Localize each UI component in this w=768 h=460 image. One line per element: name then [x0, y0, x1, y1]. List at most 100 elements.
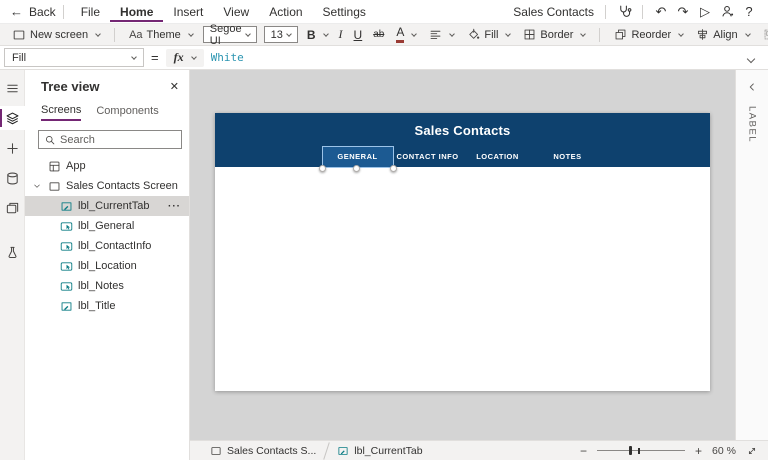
fx-button[interactable]: fx: [165, 48, 204, 67]
chevron-down-icon: [187, 30, 194, 37]
align-button[interactable]: Align: [690, 26, 755, 43]
menu-item-home[interactable]: Home: [110, 1, 164, 22]
tab-components[interactable]: Components: [96, 104, 158, 121]
group-button: Group: [757, 26, 768, 43]
back-button[interactable]: ← Back: [10, 4, 56, 19]
play-preview-icon[interactable]: ▷: [694, 2, 716, 22]
menu-item-insert[interactable]: Insert: [163, 1, 213, 22]
tree-item-lbl_general[interactable]: lbl_General: [25, 216, 189, 236]
chevron-down-icon: [580, 30, 587, 37]
formula-input[interactable]: [210, 47, 729, 68]
search-input[interactable]: [60, 133, 176, 146]
italic-button[interactable]: I: [334, 25, 348, 44]
tree-item-lbl_location[interactable]: lbl_Location: [25, 256, 189, 276]
screen-icon: [210, 445, 222, 457]
chevron-down-icon[interactable]: [31, 181, 43, 191]
font-size-select[interactable]: 13: [263, 26, 298, 43]
theme-button[interactable]: Aa Theme: [123, 27, 199, 43]
align-objects-icon: [696, 28, 709, 41]
tab-screens[interactable]: Screens: [41, 104, 82, 121]
plus-icon[interactable]: [0, 136, 25, 160]
chevron-down-icon: [95, 30, 101, 37]
redo-icon[interactable]: ↷: [672, 2, 694, 22]
zoom-slider-handle[interactable]: [628, 446, 632, 455]
font-name-select[interactable]: Segoe UI: [202, 23, 257, 47]
formula-expand-button[interactable]: [736, 51, 762, 65]
canvas-tab-contact-info[interactable]: CONTACT INFO: [393, 147, 463, 167]
menu-item-view[interactable]: View: [213, 1, 259, 22]
tree-item-label: lbl_Location: [78, 260, 137, 272]
zoom-in-button[interactable]: +: [695, 444, 702, 458]
chevron-down-icon: [190, 53, 197, 60]
canvas-tabs: GENERAL CONTACT INFO LOCATION NOTES: [215, 146, 710, 172]
reorder-button[interactable]: Reorder: [608, 26, 689, 43]
search-box[interactable]: [38, 130, 182, 149]
zoom-out-button[interactable]: −: [580, 444, 587, 458]
main-area: Tree view ✕ Screens Components App Sales C…: [0, 70, 768, 460]
formula-bar: Fill = fx: [0, 46, 768, 70]
selection-handle[interactable]: [353, 164, 360, 172]
canvas-tab-notes[interactable]: NOTES: [533, 147, 603, 167]
canvas-title[interactable]: Sales Contacts: [215, 113, 710, 138]
text-align-button[interactable]: [423, 26, 460, 43]
tree-items: App Sales Contacts Screen lbl_CurrentTab ··…: [25, 156, 189, 316]
canvas-header: Sales Contacts GENERAL CONTACT INFO LOCATI…: [215, 113, 710, 172]
border-button[interactable]: Border: [517, 26, 591, 43]
menu-item-file[interactable]: File: [71, 1, 110, 22]
tree-item-app[interactable]: App: [25, 156, 189, 176]
divider: [62, 4, 64, 19]
strikethrough-button[interactable]: ab: [368, 27, 389, 42]
back-arrow-icon: ←: [10, 4, 23, 19]
tree-item-label: Sales Contacts Screen: [66, 180, 178, 192]
tree-item-lbl_notes[interactable]: lbl_Notes: [25, 276, 189, 296]
tree-view-title: Tree view: [41, 79, 100, 94]
breadcrumb: Sales Contacts S... lbl_CurrentTab: [200, 441, 433, 460]
interactive-label-icon: [60, 220, 73, 233]
media-icon[interactable]: [0, 196, 25, 220]
canvas-tab-location[interactable]: LOCATION: [463, 147, 533, 167]
breadcrumb-item[interactable]: lbl_CurrentTab: [327, 441, 432, 460]
advanced-tools-icon[interactable]: [0, 240, 25, 264]
tree-view-icon[interactable]: [0, 106, 25, 130]
menu-item-action[interactable]: Action: [259, 1, 312, 22]
close-icon[interactable]: ✕: [170, 80, 179, 93]
zoom-slider[interactable]: [597, 446, 686, 455]
undo-icon[interactable]: ↶: [650, 2, 672, 22]
tree-item-sales contacts screen[interactable]: Sales Contacts Screen: [25, 176, 189, 196]
bold-button[interactable]: B: [302, 26, 333, 44]
selection-handle[interactable]: [389, 164, 397, 172]
chevron-down-icon: [411, 30, 418, 37]
app-checker-icon[interactable]: [613, 2, 635, 22]
underline-button[interactable]: U: [349, 26, 368, 44]
font-color-button[interactable]: A: [390, 24, 422, 44]
app-title: Sales Contacts: [513, 4, 594, 19]
tree-item-lbl_contactinfo[interactable]: lbl_ContactInfo: [25, 236, 189, 256]
hamburger-icon[interactable]: [0, 76, 25, 100]
tree-item-lbl_title[interactable]: lbl_Title: [25, 296, 189, 316]
menu-item-settings[interactable]: Settings: [313, 1, 376, 22]
canvas-tab-general[interactable]: GENERAL: [318, 146, 397, 172]
left-rail: [0, 70, 25, 460]
fill-button[interactable]: Fill: [461, 26, 516, 43]
breadcrumb-label: Sales Contacts S...: [227, 444, 317, 457]
fit-to-window-icon[interactable]: [746, 445, 758, 457]
breadcrumb-item[interactable]: Sales Contacts S...: [200, 441, 326, 460]
chevron-down-icon: [744, 30, 751, 37]
divider: [605, 4, 606, 19]
interactive-label-icon: [60, 260, 73, 273]
more-options-icon[interactable]: ···: [168, 201, 189, 212]
app-icon: [48, 160, 61, 173]
new-screen-button[interactable]: New screen: [6, 26, 106, 44]
tree-item-lbl_currenttab[interactable]: lbl_CurrentTab ···: [25, 196, 189, 216]
status-bar: Sales Contacts S... lbl_CurrentTab − + 60…: [190, 440, 768, 460]
chevron-down-icon: [449, 30, 456, 37]
app-screen[interactable]: Sales Contacts GENERAL CONTACT INFO LOCATI…: [215, 113, 710, 391]
help-icon[interactable]: ?: [738, 2, 760, 22]
share-person-icon[interactable]: [716, 2, 738, 22]
property-select[interactable]: Fill: [4, 48, 144, 67]
tree-panel-tabs: Screens Components: [25, 94, 189, 121]
selection-handle[interactable]: [318, 164, 326, 172]
data-sources-icon[interactable]: [0, 166, 25, 190]
back-label: Back: [29, 4, 56, 19]
chevron-left-icon[interactable]: [745, 80, 759, 94]
